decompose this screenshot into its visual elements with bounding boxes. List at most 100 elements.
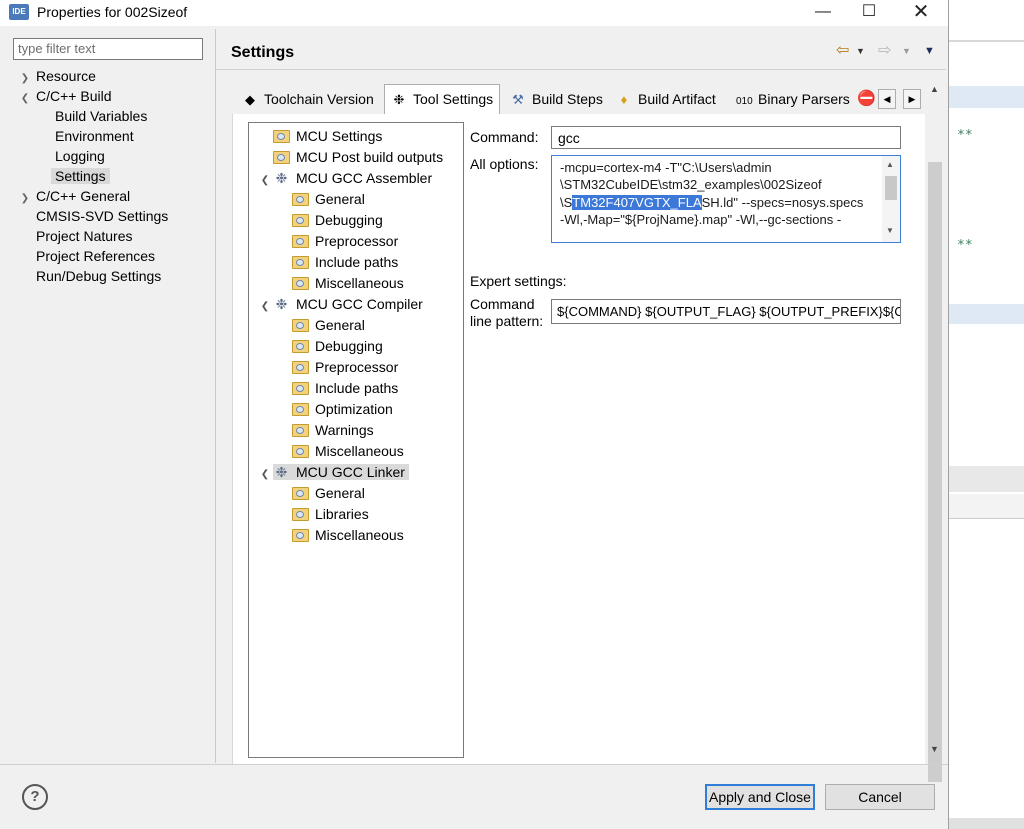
scrollbar-thumb[interactable] [885,176,897,200]
settings-folder-icon [292,235,309,248]
tree-gcc-linker[interactable]: ❮ ❉ MCU GCC Linker [253,462,463,483]
options-scrollbar[interactable]: ▲ ▼ [882,156,900,242]
forward-dropdown-icon[interactable]: ▼ [902,46,911,56]
settings-folder-icon [292,277,309,290]
tab-build-artifact[interactable]: ♦ Build Artifact [616,87,716,113]
tree-asm-preprocessor[interactable]: Preprocessor [253,231,463,252]
tree-gcc-compiler[interactable]: ❮ ❉ MCU GCC Compiler [253,294,463,315]
minimize-button[interactable]: — [800,0,846,26]
error-icon[interactable]: ⛔ [857,87,876,113]
tree-cc-warnings[interactable]: Warnings [253,420,463,441]
scroll-down-icon[interactable]: ▼ [886,226,894,235]
chevron-down-icon: ❮ [20,93,30,104]
chevron-right-icon: ❯ [20,193,30,204]
filter-input[interactable]: type filter text [13,38,203,60]
settings-folder-icon [292,508,309,521]
nav-item-cmsis-svd[interactable]: CMSIS-SVD Settings [18,206,213,226]
options-line: -mcpu=cortex-m4 -T"C:\Users\admin [560,160,772,175]
tab-scroll-left-icon[interactable]: ◀ [878,89,896,109]
nav-item-logging[interactable]: Logging [18,146,213,166]
trophy-icon: ♦ [620,92,628,107]
forward-arrow-icon[interactable]: ⇨ [878,40,891,60]
tree-cc-miscellaneous[interactable]: Miscellaneous [253,441,463,462]
nav-item-project-natures[interactable]: Project Natures [18,226,213,246]
close-button[interactable]: ✕ [898,0,944,26]
nav-item-run-debug[interactable]: Run/Debug Settings [18,266,213,286]
tab-tool-settings[interactable]: ❉ Tool Settings [384,84,501,114]
apply-and-close-button[interactable]: Apply and Close [705,784,815,810]
tree-asm-include-paths[interactable]: Include paths [253,252,463,273]
tree-asm-miscellaneous[interactable]: Miscellaneous [253,273,463,294]
options-line: \STM32CubeIDE\stm32_examples\002Sizeof [560,177,822,193]
nav-item-cpp-build[interactable]: ❮ C/C++ Build [18,86,213,106]
tree-cc-optimization[interactable]: Optimization [253,399,463,420]
view-menu-icon[interactable]: ▼ [924,45,935,57]
tree-asm-debugging[interactable]: Debugging [253,210,463,231]
tree-cc-include-paths[interactable]: Include paths [253,378,463,399]
help-button[interactable]: ? [22,784,48,810]
property-page-tree: ❯ Resource ❮ C/C++ Build Build Variables E… [18,66,213,286]
tree-cc-general[interactable]: General [253,315,463,336]
scroll-down-icon[interactable]: ▼ [930,744,939,754]
nav-item-build-variables[interactable]: Build Variables [18,106,213,126]
settings-folder-icon [292,424,309,437]
background-editor: ** ** [948,0,1024,829]
back-arrow-icon[interactable]: ⇦ [836,40,849,60]
nav-item-cpp-general[interactable]: ❯ C/C++ General [18,186,213,206]
expert-settings-label: Expert settings: [470,273,567,289]
settings-folder-icon [273,130,290,143]
tree-mcu-settings[interactable]: MCU Settings [253,126,463,147]
scrollbar-thumb[interactable] [928,162,942,782]
chevron-down-icon: ❮ [260,175,270,186]
maximize-button[interactable]: ☐ [846,0,892,26]
properties-dialog: IDE Properties for 002Sizeof — ☐ ✕ type … [0,0,949,829]
tree-cc-debugging[interactable]: Debugging [253,336,463,357]
pattern-label-line2: line pattern: [470,313,544,329]
settings-folder-icon [273,151,290,164]
tree-cc-preprocessor[interactable]: Preprocessor [253,357,463,378]
binary-icon: 010 [736,96,753,107]
nav-item-project-references[interactable]: Project References [18,246,213,266]
tab-build-steps[interactable]: ⚒ Build Steps [510,87,603,113]
command-line-pattern-field[interactable]: ${COMMAND} ${OUTPUT_FLAG} ${OUTPUT_PREFI… [551,299,901,324]
panel-divider[interactable] [215,29,216,763]
nav-item-settings[interactable]: Settings [51,168,110,184]
tree-ld-general[interactable]: General [253,483,463,504]
tree-ld-libraries[interactable]: Libraries [253,504,463,525]
command-field[interactable]: gcc [551,126,901,149]
tool-tree: MCU Settings MCU Post build outputs ❮ ❉ MC… [248,122,464,758]
ide-app-icon: IDE [9,4,29,20]
options-line: -Wl,-Map="${ProjName}.map" -Wl,--gc-sect… [560,211,842,227]
tab-binary-parsers[interactable]: 010 Binary Parsers [736,87,850,113]
tree-mcu-post-build[interactable]: MCU Post build outputs [253,147,463,168]
tab-toolchain-version[interactable]: ◆ Toolchain Version [242,87,374,113]
selected-text: TM32F407VGTX_FLA [572,194,702,210]
window-title: Properties for 002Sizeof [37,4,188,20]
tab-scroll-right-icon[interactable]: ▶ [903,89,921,109]
gear-icon: ❉ [393,92,405,107]
back-dropdown-icon[interactable]: ▼ [856,46,865,56]
settings-folder-icon [292,256,309,269]
command-label: Command: [470,129,539,145]
scroll-up-icon[interactable]: ▲ [930,84,939,94]
nav-item-resource[interactable]: ❯ Resource [18,66,213,86]
cancel-button[interactable]: Cancel [825,784,935,810]
settings-folder-icon [292,382,309,395]
gear-icon: ❉ [275,170,288,186]
all-options-textarea[interactable]: -mcpu=cortex-m4 -T"C:\Users\admin \STM32… [551,155,901,243]
page-title: Settings [231,44,295,61]
chevron-down-icon: ❮ [260,469,270,480]
scroll-up-icon[interactable]: ▲ [886,160,894,169]
settings-folder-icon [292,487,309,500]
settings-folder-icon [292,319,309,332]
tree-ld-miscellaneous[interactable]: Miscellaneous [253,525,463,546]
pattern-label-line1: Command [470,296,535,312]
tree-gcc-assembler[interactable]: ❮ ❉ MCU GCC Assembler [253,168,463,189]
hammer-icon: ⚒ [512,92,524,107]
nav-item-environment[interactable]: Environment [18,126,213,146]
tree-asm-general[interactable]: General [253,189,463,210]
page-scrollbar[interactable]: ▲ ▼ [926,82,944,782]
comment-stars: ** [957,128,973,143]
settings-folder-icon [292,529,309,542]
gear-icon: ❉ [275,464,288,480]
